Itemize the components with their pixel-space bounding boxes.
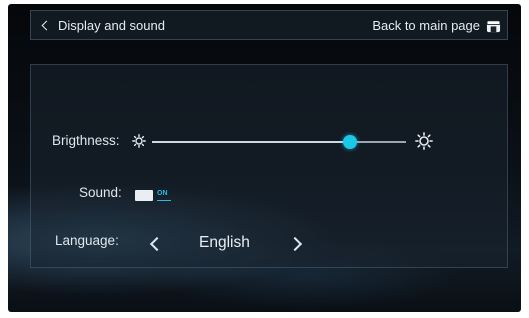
- home-icon: [486, 19, 501, 32]
- brightness-label: Brigthness:: [52, 133, 120, 148]
- settings-panel: Brigthness: Sound: ON Language: English: [30, 64, 508, 268]
- sun-small-icon: [132, 134, 146, 148]
- back-label: Display and sound: [58, 17, 165, 33]
- brightness-slider-thumb[interactable]: [343, 135, 358, 149]
- chevron-right-icon: [287, 236, 303, 252]
- language-prev-button[interactable]: [147, 235, 165, 253]
- back-to-main-label: Back to main page: [372, 17, 480, 33]
- language-label: Language:: [55, 233, 119, 248]
- language-value: English: [199, 234, 250, 251]
- display-sound-screen: Display and sound Back to main page Brig…: [8, 4, 521, 312]
- language-next-button[interactable]: [287, 235, 305, 253]
- sound-toggle-underline: [157, 200, 171, 201]
- sound-toggle-state: ON: [157, 190, 168, 197]
- brightness-slider-fill: [152, 141, 351, 143]
- back-button[interactable]: Display and sound: [39, 11, 165, 39]
- back-to-main-button[interactable]: Back to main page: [372, 11, 501, 39]
- brightness-slider[interactable]: [152, 135, 406, 149]
- sound-toggle[interactable]: ON: [135, 189, 175, 203]
- sun-large-icon: [415, 132, 433, 150]
- sound-label: Sound:: [79, 185, 122, 200]
- header-bar: Display and sound Back to main page: [30, 10, 508, 40]
- sound-toggle-knob: [135, 190, 153, 201]
- chevron-left-icon: [41, 20, 52, 30]
- chevron-left-icon: [149, 236, 165, 252]
